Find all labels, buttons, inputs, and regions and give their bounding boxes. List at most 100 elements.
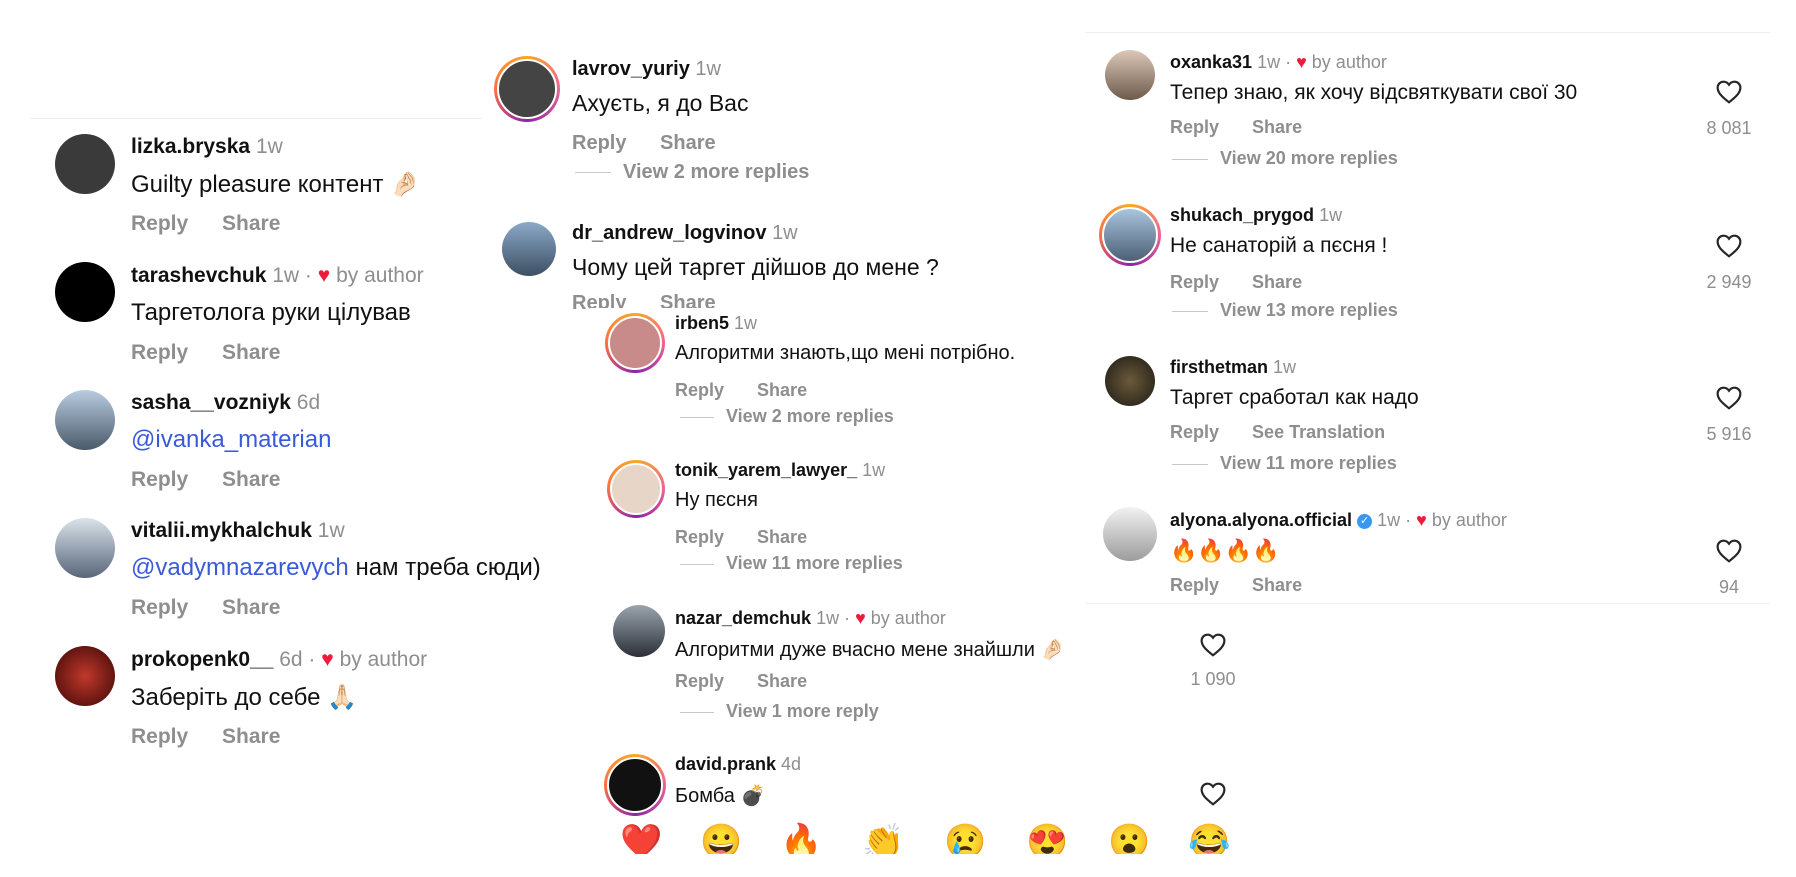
- avatar[interactable]: [607, 460, 665, 518]
- comment-text: @vadymnazarevych нам треба сюди): [131, 554, 541, 582]
- username[interactable]: prokopenk0__: [131, 648, 273, 671]
- username[interactable]: dr_andrew_logvinov: [572, 222, 767, 244]
- reply-button[interactable]: Reply: [675, 527, 724, 547]
- view-more-replies[interactable]: View 13 more replies: [1172, 300, 1398, 321]
- avatar[interactable]: [1105, 50, 1155, 100]
- username[interactable]: nazar_demchuk: [675, 608, 811, 628]
- comment-actions: Reply Share: [675, 527, 835, 548]
- share-button[interactable]: Share: [222, 341, 280, 364]
- like-heart-icon[interactable]: [1200, 782, 1226, 811]
- emoji-heart-eyes[interactable]: 😍: [1026, 822, 1068, 854]
- reply-button[interactable]: Reply: [1170, 272, 1219, 292]
- share-button[interactable]: Share: [222, 596, 280, 619]
- share-button[interactable]: Share: [757, 380, 807, 400]
- emoji-fire[interactable]: 🔥: [780, 822, 822, 854]
- comment-meta: shukach_prygod 1w: [1170, 205, 1342, 226]
- comment-text: 🔥🔥🔥🔥: [1170, 538, 1280, 563]
- view-more-replies[interactable]: View 11 more replies: [680, 553, 903, 574]
- emoji-grin[interactable]: 😀: [700, 822, 742, 854]
- share-button[interactable]: Share: [1252, 117, 1302, 137]
- timestamp: 1w: [862, 460, 886, 480]
- username[interactable]: alyona.alyona.official: [1170, 510, 1352, 530]
- avatar[interactable]: [55, 390, 115, 450]
- username[interactable]: lavrov_yuriy: [572, 58, 690, 80]
- emoji-laugh[interactable]: 😂: [1188, 822, 1230, 854]
- like-heart-icon[interactable]: [1716, 80, 1742, 109]
- share-button[interactable]: Share: [757, 671, 807, 691]
- share-button[interactable]: Share: [222, 212, 280, 235]
- reply-button[interactable]: Reply: [131, 596, 188, 619]
- emoji-surprised[interactable]: 😮: [1108, 822, 1150, 854]
- reply-button[interactable]: Reply: [131, 725, 188, 748]
- emoji-heart[interactable]: ❤️: [620, 822, 662, 854]
- username[interactable]: tonik_yarem_lawyer_: [675, 460, 857, 480]
- like-count: 5 916: [1706, 424, 1752, 444]
- username[interactable]: irben5: [675, 313, 729, 333]
- view-more-replies[interactable]: View 20 more replies: [1172, 148, 1398, 169]
- view-more-replies[interactable]: View 1 more reply: [680, 701, 879, 722]
- share-button[interactable]: Share: [222, 468, 280, 491]
- share-button[interactable]: Share: [1252, 575, 1302, 595]
- reply-button[interactable]: Reply: [131, 212, 188, 235]
- avatar[interactable]: [502, 222, 556, 276]
- view-more-replies[interactable]: View 2 more replies: [575, 161, 809, 184]
- avatar[interactable]: [55, 134, 115, 194]
- username[interactable]: vitalii.mykhalchuk: [131, 519, 312, 542]
- username[interactable]: tarashevchuk: [131, 264, 266, 287]
- avatar[interactable]: [494, 56, 560, 122]
- comment-meta: lavrov_yuriy 1w: [572, 58, 721, 81]
- like-heart-icon[interactable]: [1716, 386, 1742, 415]
- avatar[interactable]: [55, 646, 115, 706]
- avatar[interactable]: [613, 605, 665, 657]
- see-translation-button[interactable]: See Translation: [1252, 422, 1385, 442]
- avatar[interactable]: [55, 262, 115, 322]
- reply-button[interactable]: Reply: [675, 380, 724, 400]
- avatar[interactable]: [605, 313, 665, 373]
- comment-meta: irben5 1w: [675, 313, 757, 334]
- share-button[interactable]: Share: [660, 132, 716, 154]
- username[interactable]: lizka.bryska: [131, 135, 250, 158]
- comment-actions: Reply Share: [572, 132, 744, 155]
- username[interactable]: oxanka31: [1170, 52, 1252, 72]
- view-more-replies[interactable]: View 11 more replies: [1172, 453, 1397, 474]
- reply-button[interactable]: Reply: [675, 671, 724, 691]
- like-heart-icon[interactable]: [1716, 539, 1742, 568]
- mention-link[interactable]: @vadymnazarevych: [131, 554, 349, 581]
- reply-button[interactable]: Reply: [1170, 575, 1219, 595]
- comment-meta: vitalii.mykhalchuk 1w: [131, 519, 345, 543]
- reply-button[interactable]: Reply: [1170, 422, 1219, 442]
- comment-actions: Reply Share: [1170, 575, 1330, 596]
- avatar[interactable]: [1105, 356, 1155, 406]
- like-heart-icon[interactable]: [1200, 633, 1226, 662]
- share-button[interactable]: Share: [222, 725, 280, 748]
- like-heart-icon[interactable]: [1716, 234, 1742, 263]
- username[interactable]: firsthetman: [1170, 357, 1268, 377]
- comment-actions: Reply Share: [131, 212, 308, 236]
- share-button[interactable]: Share: [757, 527, 807, 547]
- reply-button[interactable]: Reply: [572, 132, 626, 154]
- timestamp: 6d: [296, 391, 321, 414]
- avatar[interactable]: [604, 754, 666, 816]
- username[interactable]: david.prank: [675, 754, 776, 774]
- comment-text: Бомба 💣: [675, 785, 766, 807]
- like-count: 1 090: [1190, 669, 1236, 689]
- by-author-label: by author: [1311, 52, 1387, 72]
- avatar[interactable]: [55, 518, 115, 578]
- username[interactable]: sasha__vozniyk: [131, 391, 291, 414]
- avatar[interactable]: [1099, 204, 1161, 266]
- reply-button[interactable]: Reply: [1170, 117, 1219, 137]
- view-more-replies[interactable]: View 2 more replies: [680, 406, 894, 427]
- mention-link[interactable]: @ivanka_materian: [131, 426, 331, 453]
- by-author-label: by author: [870, 608, 946, 628]
- share-button[interactable]: Share: [1252, 272, 1302, 292]
- comment-actions: Reply Share: [131, 725, 308, 749]
- heart-icon: ♥: [855, 608, 866, 628]
- emoji-cry[interactable]: 😢: [944, 822, 986, 854]
- comment-actions: Reply Share: [1170, 117, 1330, 138]
- username[interactable]: shukach_prygod: [1170, 205, 1314, 225]
- verified-icon: ✓: [1357, 513, 1373, 529]
- reply-button[interactable]: Reply: [131, 468, 188, 491]
- avatar[interactable]: [1103, 507, 1157, 561]
- reply-button[interactable]: Reply: [131, 341, 188, 364]
- emoji-clap[interactable]: 👏: [862, 822, 904, 854]
